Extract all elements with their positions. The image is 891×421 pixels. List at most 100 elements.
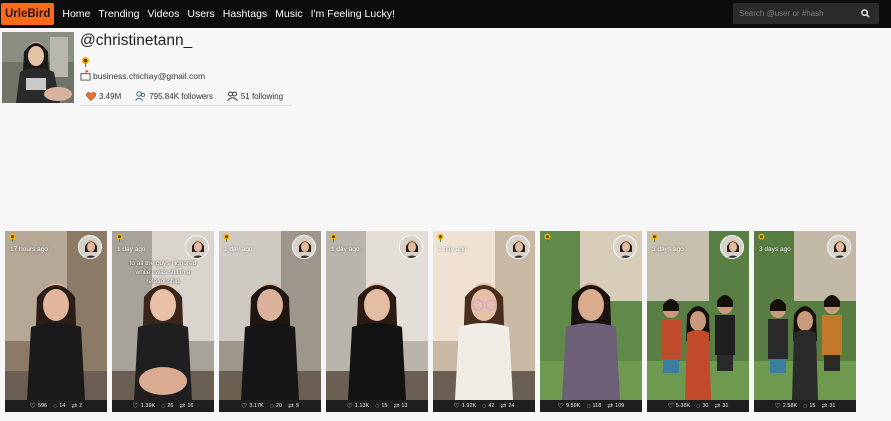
video-thumbnail[interactable]: 1 day ago <box>219 231 321 400</box>
video-likes-count: 1.13K <box>354 403 370 409</box>
video-card[interactable]: 1 day ago ♡ 1.92K ◌ 42 ⇄ 24 <box>433 231 535 412</box>
video-thumbnail[interactable]: 17 hours ago <box>5 231 107 400</box>
video-card[interactable]: 3 days ago ♡ 5.38K ◌ 30 ⇄ 31 <box>647 231 749 412</box>
likes-stat: 3.49M <box>86 92 121 101</box>
following-count: 51 following <box>240 91 284 101</box>
video-thumbnail[interactable]: 1 day ago <box>433 231 535 400</box>
nav-videos[interactable]: Videos <box>147 8 179 20</box>
video-stats-bar: ♡ 596 ◌ 14 ⇄ 2 <box>5 400 107 412</box>
video-grid: 17 hours ago ♡ 596 ◌ 14 ⇄ 2 1 day ago to… <box>5 231 857 412</box>
video-comments: ◌ 15 <box>375 403 387 410</box>
video-timestamp: 17 hours ago <box>10 246 48 253</box>
video-shares-count: 31 <box>722 403 729 409</box>
video-comments-count: 118 <box>592 403 602 409</box>
sunflower-icon <box>758 233 765 242</box>
video-comments-count: 14 <box>59 403 66 409</box>
brand-logo[interactable]: UrleBird <box>1 3 55 25</box>
heart-icon: ♡ <box>346 403 353 410</box>
video-card[interactable]: ♡ 9.59K ◌ 118 ⇄ 109 <box>540 231 642 412</box>
comment-icon: ◌ <box>482 402 487 410</box>
following-stat: 51 following <box>226 91 284 101</box>
nav-hashtags[interactable]: Hashtags <box>223 8 267 20</box>
video-timestamp: 3 days ago <box>652 246 684 253</box>
nav-feeling-lucky[interactable]: I'm Feeling Lucky! <box>311 8 395 20</box>
video-shares: ⇄ 9 <box>288 402 299 410</box>
comment-icon: ◌ <box>375 402 380 410</box>
video-stats-bar: ♡ 1.39K ◌ 26 ⇄ 16 <box>112 400 214 412</box>
video-likes: ♡ 1.92K <box>454 402 477 410</box>
video-shares: ⇄ 13 <box>393 402 407 410</box>
video-shares-count: 16 <box>187 403 194 409</box>
sunflower-icon <box>330 233 337 242</box>
creator-avatar[interactable] <box>827 235 851 259</box>
comment-icon: ◌ <box>269 402 274 410</box>
video-comments: ◌ 26 <box>161 403 173 410</box>
heart-icon: ♡ <box>774 403 781 410</box>
nav-home[interactable]: Home <box>62 8 90 20</box>
video-shares: ⇄ 24 <box>500 402 514 410</box>
video-card[interactable]: 3 days ago ♡ 2.58K ◌ 15 ⇄ 31 <box>754 231 856 412</box>
video-card[interactable]: 1 day ago ♡ 1.13K ◌ 15 ⇄ 13 <box>326 231 428 412</box>
share-icon: ⇄ <box>179 403 186 410</box>
share-icon: ⇄ <box>714 403 721 410</box>
video-likes-count: 596 <box>37 403 48 409</box>
video-shares-count: 109 <box>615 403 625 409</box>
creator-avatar[interactable] <box>720 235 744 259</box>
video-stats-bar: ♡ 3.17K ◌ 20 ⇄ 9 <box>219 400 321 412</box>
video-comments: ◌ 15 <box>803 403 815 410</box>
video-shares: ⇄ 31 <box>714 402 728 410</box>
video-card[interactable]: 1 day ago ♡ 3.17K ◌ 20 ⇄ 9 <box>219 231 321 412</box>
creator-avatar[interactable] <box>613 235 637 259</box>
video-likes-count: 3.17K <box>249 403 264 409</box>
followers-stat: 795.84K followers <box>135 91 213 101</box>
video-timestamp: 1 day ago <box>117 246 146 253</box>
video-likes: ♡ 5.38K <box>668 402 691 410</box>
video-comments: ◌ 20 <box>270 403 282 410</box>
video-thumbnail[interactable] <box>540 231 642 400</box>
search-input[interactable] <box>733 3 851 24</box>
search-box <box>733 3 879 24</box>
share-icon: ⇄ <box>821 403 828 410</box>
top-navbar: UrleBird Home Trending Videos Users Hash… <box>0 0 891 28</box>
sunflower-icon <box>437 233 444 242</box>
likes-count: 3.49M <box>99 91 122 101</box>
comment-icon: ◌ <box>161 402 166 410</box>
creator-avatar[interactable] <box>399 235 423 259</box>
video-likes: ♡ 9.59K <box>558 402 581 410</box>
video-thumbnail[interactable]: 3 days ago <box>647 231 749 400</box>
nav-trending[interactable]: Trending <box>98 8 139 20</box>
video-stats-bar: ♡ 2.58K ◌ 15 ⇄ 31 <box>754 400 856 412</box>
video-stats-bar: ♡ 5.38K ◌ 30 ⇄ 31 <box>647 400 749 412</box>
heart-icon: ♡ <box>667 403 674 410</box>
video-comments: ◌ 30 <box>696 403 708 410</box>
video-timestamp: 1 day ago <box>438 246 467 253</box>
video-card[interactable]: 17 hours ago ♡ 596 ◌ 14 ⇄ 2 <box>5 231 107 412</box>
comment-icon: ◌ <box>53 402 58 410</box>
comment-icon: ◌ <box>586 402 591 410</box>
nav-users[interactable]: Users <box>187 8 214 20</box>
video-card[interactable]: 1 day ago to all the guys i ignored whil… <box>112 231 214 412</box>
video-thumbnail[interactable]: 1 day ago <box>326 231 428 400</box>
profile-avatar <box>2 32 74 103</box>
nav-music[interactable]: Music <box>275 8 302 20</box>
creator-avatar[interactable] <box>506 235 530 259</box>
nav-links: Home Trending Videos Users Hashtags Musi… <box>62 8 403 20</box>
video-shares-count: 31 <box>829 403 836 409</box>
video-comments: ◌ 14 <box>53 403 65 410</box>
share-icon: ⇄ <box>71 403 78 410</box>
video-shares-count: 13 <box>401 403 408 409</box>
following-icon <box>226 91 238 101</box>
share-icon: ⇄ <box>288 403 294 410</box>
heart-icon <box>86 91 96 101</box>
video-likes-count: 1.92K <box>461 403 477 409</box>
creator-avatar[interactable] <box>78 235 102 259</box>
creator-avatar[interactable] <box>185 235 209 259</box>
video-likes: ♡ 3.17K <box>241 402 264 410</box>
video-likes: ♡ 1.13K <box>347 402 370 410</box>
video-thumbnail[interactable]: 1 day ago to all the guys i ignored whil… <box>112 231 214 400</box>
creator-avatar[interactable] <box>292 235 316 259</box>
search-button[interactable] <box>851 3 879 24</box>
profile-email: business.chichay@gmail.com <box>93 70 206 81</box>
stats-divider <box>80 105 292 106</box>
video-thumbnail[interactable]: 3 days ago <box>754 231 856 400</box>
